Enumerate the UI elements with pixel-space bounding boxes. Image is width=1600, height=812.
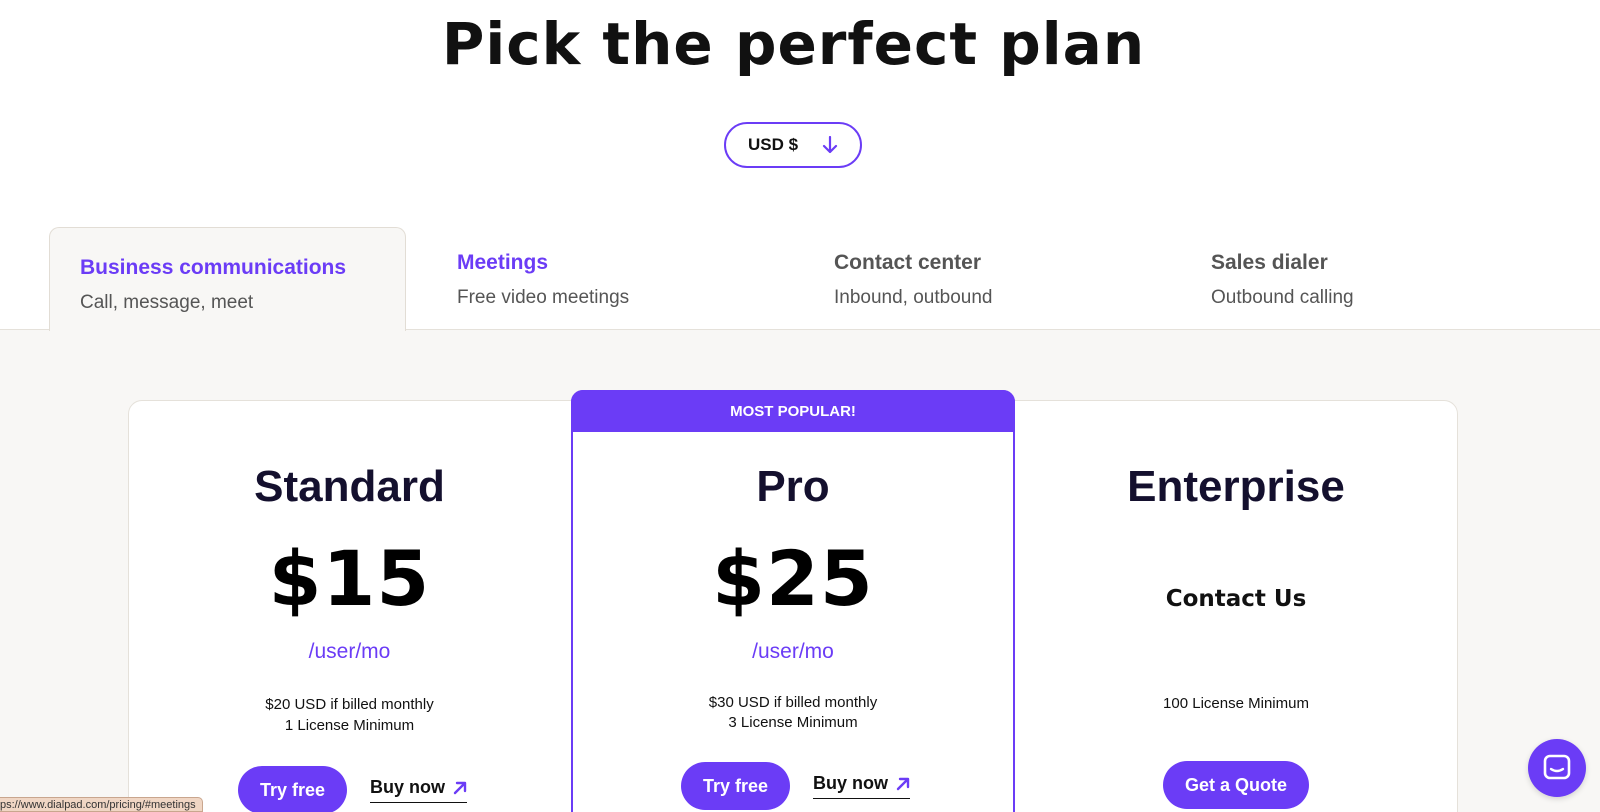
- buy-now-link[interactable]: Buy now: [813, 773, 910, 799]
- chat-launcher-button[interactable]: [1528, 739, 1586, 797]
- tab-title: Business communications: [80, 256, 347, 279]
- get-a-quote-button[interactable]: Get a Quote: [1163, 761, 1309, 809]
- tab-subtitle: Free video meetings: [457, 287, 630, 308]
- status-bar-url: ps://www.dialpad.com/pricing/#meetings: [0, 797, 203, 812]
- plan-license-minimum: 1 License Minimum: [284, 717, 415, 734]
- tab-title: Sales dialer: [1211, 251, 1328, 274]
- most-popular-badge: MOST POPULAR!: [571, 390, 1015, 432]
- tab-sales-dialer[interactable]: Sales dialer Outbound calling: [1211, 227, 1551, 331]
- plan-name: Standard: [254, 462, 445, 511]
- contact-us-label: Contact Us: [1165, 586, 1307, 612]
- tab-business-communications[interactable]: Business communications Call, message, m…: [49, 227, 406, 331]
- chat-icon: [1543, 754, 1571, 780]
- plan-license-minimum: 3 License Minimum: [728, 714, 858, 731]
- plan-price: $25: [712, 534, 874, 623]
- plan-price-unit: /user/mo: [752, 640, 834, 663]
- external-arrow-icon: [896, 777, 910, 790]
- tab-subtitle: Inbound, outbound: [834, 287, 993, 308]
- buy-now-label: Buy now: [813, 773, 888, 793]
- currency-select[interactable]: USD $: [724, 122, 862, 168]
- plan-price-unit: /user/mo: [308, 640, 391, 663]
- arrow-down-icon: [822, 136, 838, 154]
- tab-title: Meetings: [457, 251, 549, 274]
- tab-contact-center[interactable]: Contact center Inbound, outbound: [834, 227, 1174, 331]
- plan-license-minimum: 100 License Minimum: [1163, 695, 1309, 712]
- buy-now-link[interactable]: Buy now: [370, 777, 467, 803]
- currency-label: USD $: [747, 135, 799, 154]
- page-title: Pick the perfect plan: [441, 10, 1146, 78]
- try-free-button[interactable]: Try free: [681, 762, 790, 810]
- external-arrow-icon: [453, 781, 467, 794]
- plan-card-standard: Standard $15 /user/mo $20 USD if billed …: [128, 400, 571, 812]
- tab-subtitle: Outbound calling: [1211, 287, 1354, 308]
- buy-now-label: Buy now: [370, 777, 445, 797]
- plan-card-pro: MOST POPULAR! Pro $25 /user/mo $30 USD i…: [571, 390, 1015, 812]
- plan-monthly-note: $30 USD if billed monthly: [708, 694, 878, 711]
- plan-name: Pro: [756, 462, 830, 511]
- tab-meetings[interactable]: Meetings Free video meetings: [457, 227, 797, 331]
- plan-card-enterprise: Enterprise Contact Us 100 License Minimu…: [1014, 400, 1458, 812]
- tab-subtitle: Call, message, meet: [80, 292, 254, 313]
- try-free-button[interactable]: Try free: [238, 766, 347, 812]
- tab-title: Contact center: [834, 251, 982, 274]
- plan-price: $15: [268, 534, 431, 623]
- plan-name: Enterprise: [1127, 462, 1345, 511]
- plan-monthly-note: $20 USD if billed monthly: [265, 696, 434, 713]
